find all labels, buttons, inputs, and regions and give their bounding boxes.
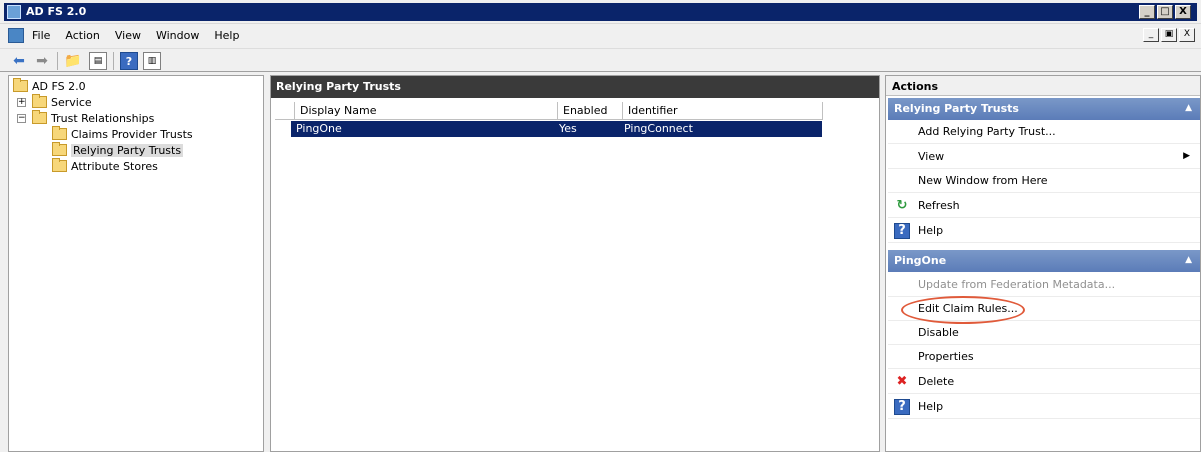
- folder-icon: [32, 94, 47, 108]
- tree-root[interactable]: AD FS 2.0: [13, 78, 86, 94]
- tree-item-label: Claims Provider Trusts: [71, 127, 193, 141]
- mdi-minimize-button[interactable]: _: [1143, 28, 1159, 42]
- mdi-close-button[interactable]: X: [1179, 28, 1195, 42]
- forward-arrow-icon[interactable]: ➡: [33, 52, 51, 70]
- folder-icon: [32, 110, 47, 124]
- tree-item-label: Relying Party Trusts: [71, 143, 184, 157]
- title-bar-fill: AD FS 2.0 _ □ X: [4, 3, 1197, 21]
- title-bar: AD FS 2.0 _ □ X: [0, 0, 1201, 24]
- expand-icon[interactable]: +: [17, 97, 26, 107]
- actions-pane: Actions Relying Party Trusts ▲ Add Relyi…: [885, 75, 1201, 452]
- section-header-label: PingOne: [894, 254, 947, 267]
- console-tree: AD FS 2.0 + Service − Trust Relationship…: [8, 75, 264, 452]
- close-button[interactable]: X: [1175, 5, 1191, 19]
- column-header-identifier[interactable]: Identifier: [623, 102, 823, 119]
- action-help[interactable]: ? Help: [888, 219, 1200, 243]
- tree-item-service[interactable]: + Service: [17, 94, 92, 110]
- section-header-label: Relying Party Trusts: [894, 102, 1019, 115]
- folder-icon: [13, 78, 28, 92]
- up-folder-icon[interactable]: 📁: [64, 52, 82, 70]
- tree-item-label: Attribute Stores: [71, 159, 158, 173]
- action-label: Help: [918, 224, 944, 237]
- menu-file[interactable]: File: [32, 29, 59, 42]
- submenu-arrow-icon: ▶: [1183, 151, 1190, 161]
- action-view[interactable]: View ▶: [888, 145, 1200, 169]
- action-delete[interactable]: ✖ Delete: [888, 370, 1200, 394]
- action-label: New Window from Here: [918, 174, 1048, 187]
- column-header-display-name[interactable]: Display Name: [295, 102, 558, 119]
- help-icon: ?: [894, 222, 910, 239]
- folder-icon: [52, 126, 67, 140]
- action-new-window-from-here[interactable]: New Window from Here: [888, 169, 1200, 193]
- action-refresh[interactable]: ↻ Refresh: [888, 194, 1200, 218]
- folder-icon: [52, 158, 67, 172]
- help-icon: ?: [894, 398, 910, 415]
- refresh-icon: ↻: [896, 198, 908, 213]
- column-headers: Display Name Enabled Identifier: [275, 102, 823, 120]
- action-help-pingone[interactable]: ? Help: [888, 395, 1200, 419]
- show-hide-action-pane-icon[interactable]: ▥: [143, 52, 161, 70]
- results-pane-header: Relying Party Trusts: [271, 76, 879, 98]
- collapse-icon[interactable]: −: [17, 113, 26, 123]
- column-header-enabled[interactable]: Enabled: [558, 102, 623, 119]
- actions-pane-title: Actions: [886, 76, 1200, 96]
- tree-item-label: Trust Relationships: [51, 111, 155, 125]
- show-hide-tree-icon[interactable]: ▤: [89, 52, 107, 70]
- action-label: Refresh: [918, 199, 960, 212]
- collapse-caret-icon[interactable]: ▲: [1185, 103, 1192, 113]
- menu-action[interactable]: Action: [65, 29, 108, 42]
- action-label: Disable: [918, 326, 959, 339]
- cell-enabled: Yes: [559, 122, 577, 135]
- action-label: View: [918, 150, 945, 163]
- mdi-controls: _ ▣ X: [1143, 28, 1195, 42]
- delete-icon: ✖: [896, 374, 908, 389]
- results-pane: Relying Party Trusts Display Name Enable…: [270, 75, 880, 452]
- action-label: Help: [918, 400, 944, 413]
- action-label: Edit Claim Rules...: [918, 302, 1018, 315]
- action-properties[interactable]: Properties: [888, 345, 1200, 369]
- action-edit-claim-rules[interactable]: Edit Claim Rules...: [888, 297, 1200, 321]
- tree-item-label: Service: [51, 95, 92, 109]
- table-row[interactable]: PingOne Yes PingConnect: [291, 121, 822, 137]
- section-header-relying-party-trusts[interactable]: Relying Party Trusts ▲: [888, 98, 1200, 120]
- app-icon: [7, 5, 21, 19]
- menu-window[interactable]: Window: [156, 29, 208, 42]
- minimize-button[interactable]: _: [1139, 5, 1155, 19]
- action-label: Update from Federation Metadata...: [918, 278, 1116, 291]
- action-update-from-federation-metadata: Update from Federation Metadata...: [888, 273, 1200, 297]
- action-label: Add Relying Party Trust...: [918, 125, 1056, 138]
- help-icon[interactable]: ?: [120, 52, 138, 70]
- column-header-spacer: [275, 102, 295, 119]
- tree-item-relying-party-trusts[interactable]: Relying Party Trusts: [52, 142, 184, 158]
- tree-item-attribute-stores[interactable]: Attribute Stores: [52, 158, 158, 174]
- window-controls: _ □ X: [1139, 5, 1191, 19]
- collapse-caret-icon[interactable]: ▲: [1185, 255, 1192, 265]
- section-header-pingone[interactable]: PingOne ▲: [888, 250, 1200, 272]
- action-disable[interactable]: Disable: [888, 321, 1200, 345]
- cell-identifier: PingConnect: [624, 122, 693, 135]
- tree-item-claims-provider-trusts[interactable]: Claims Provider Trusts: [52, 126, 193, 142]
- toolbar-separator: [113, 52, 114, 70]
- toolbar: ⬅ ➡ 📁 ▤ ? ▥: [0, 48, 1201, 72]
- action-label: Properties: [918, 350, 974, 363]
- console-icon[interactable]: [8, 28, 24, 43]
- back-arrow-icon[interactable]: ⬅: [10, 52, 28, 70]
- tree-root-label: AD FS 2.0: [32, 79, 86, 93]
- folder-icon: [52, 142, 67, 156]
- toolbar-separator: [57, 52, 58, 70]
- mdi-restore-button[interactable]: ▣: [1161, 28, 1177, 42]
- window-title: AD FS 2.0: [26, 5, 87, 18]
- menu-bar: File Action View Window Help _ ▣ X: [0, 25, 1201, 47]
- action-add-relying-party-trust[interactable]: Add Relying Party Trust...: [888, 120, 1200, 144]
- action-label: Delete: [918, 375, 955, 388]
- maximize-button[interactable]: □: [1157, 5, 1173, 19]
- cell-display-name: PingOne: [296, 122, 342, 135]
- menu-view[interactable]: View: [115, 29, 150, 42]
- menu-help[interactable]: Help: [214, 29, 248, 42]
- tree-item-trust-relationships[interactable]: − Trust Relationships: [17, 110, 154, 126]
